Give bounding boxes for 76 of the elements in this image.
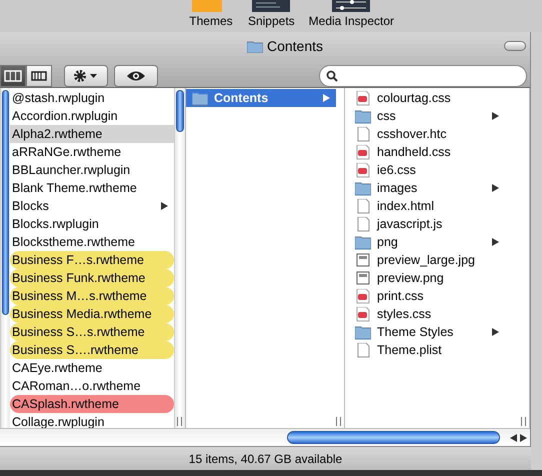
vertical-scrollbar[interactable] (174, 88, 185, 428)
eye-icon (126, 70, 146, 82)
file-icon (355, 252, 371, 268)
resize-grip-icon[interactable] (521, 417, 526, 426)
list-item[interactable]: Blocks.rwplugin (10, 215, 174, 233)
action-menu-button[interactable] (64, 65, 108, 87)
list-item[interactable]: print.css (345, 287, 505, 305)
list-item[interactable]: Business S….rwtheme (10, 341, 174, 359)
file-icon (355, 90, 371, 106)
list-item[interactable]: Collage.rwplugin (10, 413, 174, 431)
file-icon (355, 270, 371, 286)
file-icon (355, 162, 371, 178)
list-item[interactable]: aRRaNGe.rwtheme (10, 143, 174, 161)
list-item[interactable]: Blockstheme.rwtheme (10, 233, 174, 251)
toolbar-toggle-button[interactable] (504, 41, 526, 51)
list-item[interactable]: BBLauncher.rwplugin (10, 161, 174, 179)
folder-icon (355, 324, 371, 340)
list-item[interactable]: preview.png (345, 269, 505, 287)
columns-view-icon (4, 70, 22, 82)
list-item[interactable]: CAEye.rwtheme (10, 359, 174, 377)
list-item[interactable]: handheld.css (345, 143, 505, 161)
list-item[interactable]: Business F…s.rwtheme (10, 251, 174, 269)
vertical-scrollbar[interactable] (0, 88, 10, 428)
list-item[interactable]: Accordion.rwplugin (10, 107, 174, 125)
horizontal-scrollbar[interactable] (0, 428, 530, 446)
list-item[interactable]: Business Funk.rwtheme (10, 269, 174, 287)
list-item[interactable]: index.html (345, 197, 505, 215)
folder-icon (355, 180, 371, 196)
list-item[interactable]: Theme Styles (345, 323, 505, 341)
view-button[interactable] (26, 65, 52, 87)
toolbar-app-label[interactable]: Snippets (248, 14, 295, 28)
list-item[interactable]: css (345, 107, 505, 125)
list-item[interactable]: @stash.rwplugin (10, 89, 174, 107)
file-icon (355, 216, 371, 232)
search-field[interactable] (319, 65, 527, 87)
view-button[interactable] (0, 65, 26, 87)
list-item[interactable]: Business Media.rwtheme (10, 305, 174, 323)
list-item[interactable]: Business S…s.rwtheme (10, 323, 174, 341)
folder-icon (355, 108, 371, 124)
list-item[interactable]: csshover.htc (345, 125, 505, 143)
resize-grip-icon[interactable] (336, 417, 341, 426)
quick-look-button[interactable] (114, 65, 158, 87)
coverflow-view-icon (30, 70, 48, 82)
list-item[interactable]: Blank Theme.rwtheme (10, 179, 174, 197)
toolbar-app-label[interactable]: Themes (189, 14, 233, 28)
list-item[interactable]: styles.css (345, 305, 505, 323)
folder-icon (355, 234, 371, 250)
status-text: 15 items, 40.67 GB available (0, 446, 531, 470)
list-item[interactable]: CARoman…o.rwtheme (10, 377, 174, 395)
list-item[interactable]: Business M…s.rwtheme (10, 287, 174, 305)
file-icon (355, 306, 371, 322)
folder-icon (192, 90, 208, 106)
file-icon (355, 198, 371, 214)
list-item[interactable]: png (345, 233, 505, 251)
file-icon (355, 288, 371, 304)
list-item[interactable]: javascript.js (345, 215, 505, 233)
list-item[interactable]: Alpha2.rwtheme (10, 125, 174, 143)
folder-icon (246, 40, 263, 53)
search-icon (326, 70, 338, 82)
file-icon (355, 126, 371, 142)
list-item[interactable]: colourtag.css (345, 89, 505, 107)
file-icon (355, 342, 371, 358)
list-item[interactable]: Blocks (10, 197, 174, 215)
list-item[interactable]: ie6.css (345, 161, 505, 179)
list-item[interactable]: Contents (186, 89, 336, 107)
list-item[interactable]: preview_large.jpg (345, 251, 505, 269)
toolbar-app-label[interactable]: Media Inspector (308, 14, 394, 28)
window-title: Contents (266, 37, 324, 56)
file-icon (355, 144, 371, 160)
list-item[interactable]: CASplash.rwtheme (10, 395, 174, 413)
scroll-right-arrow-icon[interactable] (520, 434, 527, 442)
gear-icon (72, 69, 100, 83)
list-item[interactable]: images (345, 179, 505, 197)
resize-grip-icon[interactable] (177, 417, 182, 426)
scroll-left-arrow-icon[interactable] (510, 434, 517, 442)
list-item[interactable]: Theme.plist (345, 341, 505, 359)
